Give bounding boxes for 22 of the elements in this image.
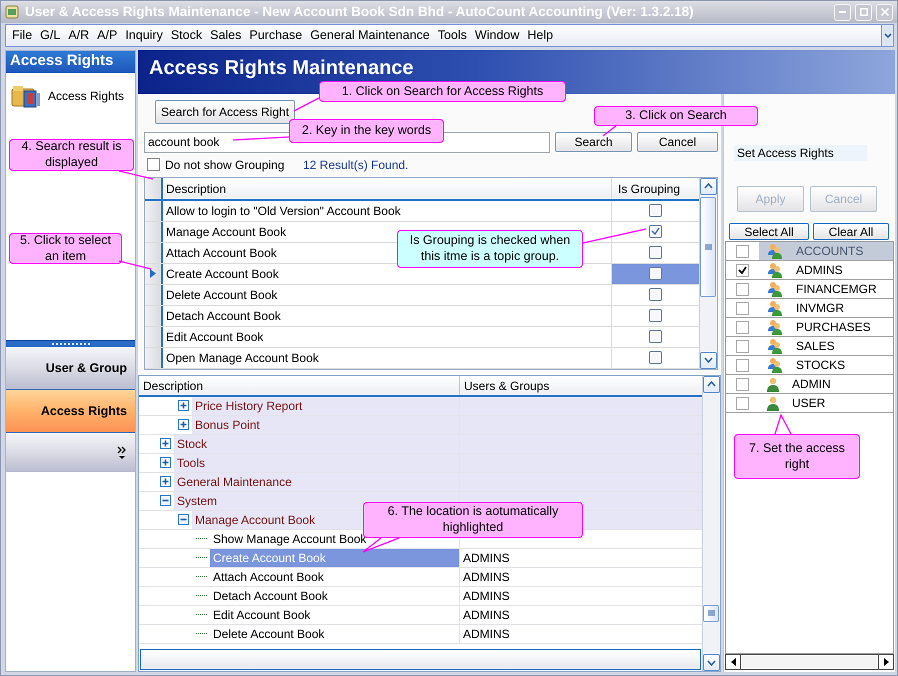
callout-tooltip: 1. Click on Search for Access Rights <box>319 81 566 102</box>
table-cell-text: ADMINS <box>462 606 511 624</box>
callout-tooltip: 7. Set the access right <box>734 434 860 479</box>
table-cell: Edit Account Book <box>163 326 612 347</box>
callout-tooltip: 3. Click on Search <box>594 106 758 126</box>
table-cell: Detach Account Book <box>163 306 612 326</box>
callout-tooltip: 6. The location is aotumatically highlighted <box>363 502 583 538</box>
table-cell-text: ADMINS <box>462 550 511 567</box>
callout-tooltip: 2. Key in the key words <box>289 119 444 143</box>
panel-header: Access Rights <box>6 51 135 73</box>
table-cell: Delete Account Book <box>163 284 612 305</box>
table-cell-text: ADMINS <box>462 626 511 643</box>
callout-tooltip: 5. Click to select an item <box>9 233 122 264</box>
callout-tooltip: 4. Search result is displayed <box>9 139 134 171</box>
table-cell: Open Manage Account Book <box>163 348 612 368</box>
callout-tooltip: Is Grouping is checked when this itme is a topic group. <box>397 230 583 268</box>
table-cell-text: ADMINS <box>462 568 511 586</box>
result-count: 12 Result(s) Found. <box>303 158 408 172</box>
table-cell: Allow to login to "Old Version" Account Book <box>163 200 612 221</box>
table-cell-text: ADMINS <box>462 588 511 605</box>
panel-label: Set Access Rights <box>734 145 867 162</box>
window-title: User & Access Rights Maintenance - New Account Book Sdn Bhd - AutoCount Accounting (Ver: 1.3.2.18) <box>25 4 694 20</box>
